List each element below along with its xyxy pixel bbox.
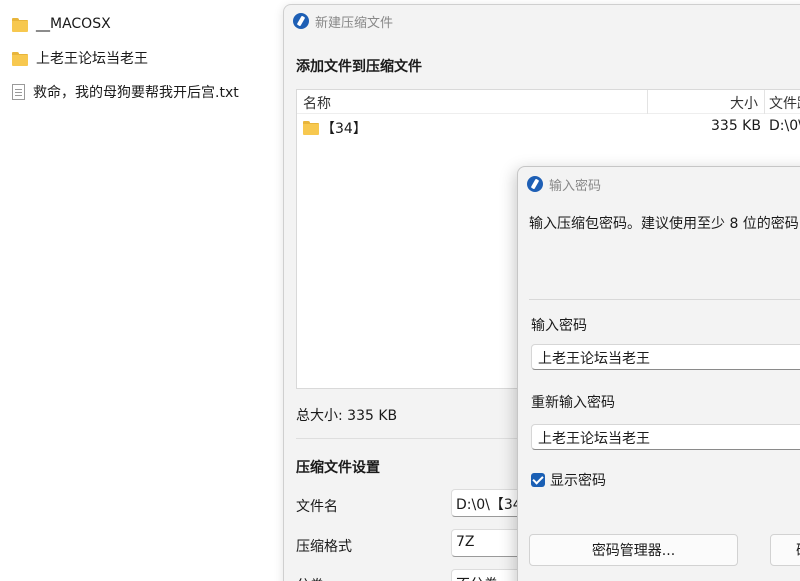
file-name: __MACOSX — [36, 16, 111, 32]
folder-icon — [12, 51, 28, 66]
folder-icon — [12, 17, 28, 32]
file-name: 上老王论坛当老王 — [36, 51, 148, 67]
dialog-titlebar[interactable]: 新建压缩文件 — [284, 5, 800, 37]
password-label: 输入密码 — [531, 318, 587, 334]
text-file-icon — [12, 84, 25, 100]
file-name: 救命，我的母狗要帮我开后宫.txt — [33, 85, 239, 101]
column-separator[interactable] — [764, 90, 765, 114]
file-explorer: __MACOSX 上老王论坛当老王 救命，我的母狗要帮我开后宫.txt — [0, 0, 282, 581]
list-item-txt[interactable]: 救命，我的母狗要帮我开后宫.txt — [12, 80, 239, 104]
column-separator[interactable] — [647, 90, 648, 114]
list-header: 名称 大小 文件路 — [297, 90, 800, 114]
password-manager-button[interactable]: 密码管理器... — [529, 534, 738, 566]
ok-button[interactable]: 确定 — [770, 534, 800, 566]
dialog-title: 新建压缩文件 — [315, 15, 394, 31]
row-size: 335 KB — [711, 118, 761, 134]
folder-icon — [303, 121, 319, 135]
confirm-password-input[interactable]: 上老王论坛当老王 — [531, 424, 800, 450]
table-row[interactable]: 【34】 335 KB D:\0\ — [297, 116, 800, 138]
column-header-path[interactable]: 文件路 — [769, 93, 800, 113]
list-item-macosx[interactable]: __MACOSX — [12, 12, 111, 36]
password-input[interactable]: 上老王论坛当老王 — [531, 344, 800, 370]
app-icon — [293, 13, 309, 29]
password-dialog: 输入密码 输入压缩包密码。建议使用至少 8 位的密码 输入密码 上老王论坛当老王… — [517, 166, 800, 581]
dialog-titlebar[interactable]: 输入密码 — [518, 167, 800, 201]
password-description: 输入压缩包密码。建议使用至少 8 位的密码 — [529, 216, 799, 232]
volume-label: 分卷 — [296, 575, 324, 581]
format-label: 压缩格式 — [296, 539, 352, 555]
app-icon — [527, 176, 543, 192]
section-title: 添加文件到压缩文件 — [296, 59, 422, 75]
confirm-password-label: 重新输入密码 — [531, 395, 615, 411]
divider — [529, 299, 800, 300]
row-path: D:\0\ — [769, 118, 800, 134]
dialog-title: 输入密码 — [549, 178, 602, 194]
settings-title: 压缩文件设置 — [296, 460, 380, 476]
filename-label: 文件名 — [296, 499, 338, 515]
total-size: 总大小: 335 KB — [296, 408, 398, 424]
show-password-checkbox[interactable] — [531, 473, 545, 487]
column-header-name[interactable]: 名称 — [303, 93, 331, 113]
row-name: 【34】 — [321, 121, 367, 137]
column-header-size[interactable]: 大小 — [730, 93, 758, 113]
show-password-label[interactable]: 显示密码 — [550, 470, 606, 490]
list-item-folder[interactable]: 上老王论坛当老王 — [12, 46, 148, 70]
